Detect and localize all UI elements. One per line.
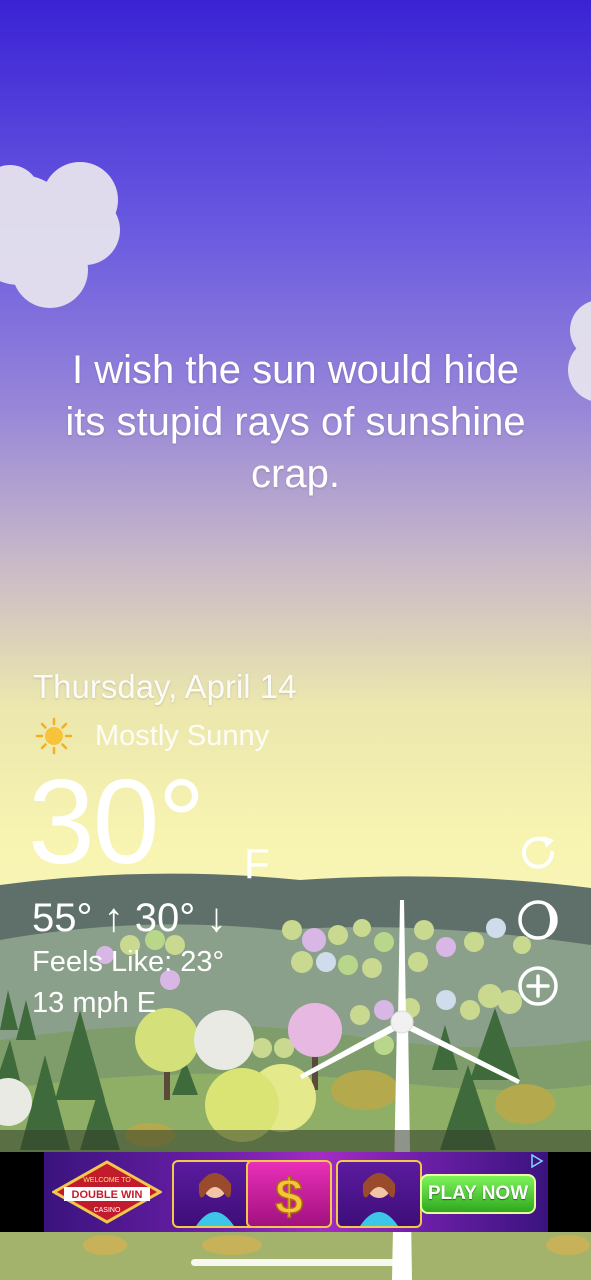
landscape-scene	[0, 162, 591, 1280]
refresh-icon	[522, 836, 554, 869]
home-indicator[interactable]	[191, 1259, 400, 1266]
ad-creative[interactable]: WELCOME TO DOUBLE WIN CASINO $ PLAY NOW	[44, 1152, 548, 1232]
wind-speed: 13 mph E	[32, 987, 157, 1019]
date-label: Thursday, April 14	[33, 668, 297, 705]
svg-text:CASINO: CASINO	[94, 1207, 121, 1214]
condition-row: Mostly Sunny	[35, 716, 269, 756]
refresh-button[interactable]	[515, 830, 561, 876]
quote-line-3: crap.	[251, 452, 340, 496]
slot-reel-3	[336, 1160, 422, 1228]
quote-line-1: I wish the sun would hide	[72, 348, 519, 392]
add-location-button[interactable]	[515, 963, 561, 1009]
play-now-button[interactable]: PLAY NOW	[420, 1174, 536, 1214]
sun-icon	[35, 717, 73, 755]
quote-line-2: its stupid rays of sunshine	[65, 400, 526, 444]
svg-text:$: $	[275, 1169, 303, 1225]
ad-choices-icon[interactable]	[530, 1154, 544, 1168]
ad-banner[interactable]: WELCOME TO DOUBLE WIN CASINO $ PLAY NOW	[0, 1152, 591, 1232]
svg-text:DOUBLE WIN: DOUBLE WIN	[72, 1189, 143, 1201]
moon-phase-icon	[518, 900, 558, 940]
high-low-temperature: 55° ↑ 30° ↓	[32, 896, 227, 940]
slot-reel-2: $	[246, 1160, 332, 1228]
add-location-icon	[518, 966, 558, 1006]
weather-quote: I wish the sun would hide its stupid ray…	[30, 344, 561, 500]
cloud-right	[568, 301, 591, 401]
feels-like: Feels Like: 23°	[32, 946, 225, 978]
showgirl-image	[360, 1173, 398, 1226]
condition-label: Mostly Sunny	[95, 719, 270, 752]
ad-top-band	[0, 1130, 591, 1152]
temperature-unit-toggle[interactable]: F	[244, 840, 270, 888]
svg-text:WELCOME TO: WELCOME TO	[83, 1177, 131, 1184]
dollar-symbol: $	[274, 1168, 304, 1226]
current-temperature: 30°	[28, 755, 205, 889]
casino-logo: WELCOME TO DOUBLE WIN CASINO	[52, 1160, 162, 1224]
showgirl-image	[196, 1173, 234, 1226]
moon-phase-button[interactable]	[515, 897, 561, 943]
cloud-left	[0, 162, 120, 308]
